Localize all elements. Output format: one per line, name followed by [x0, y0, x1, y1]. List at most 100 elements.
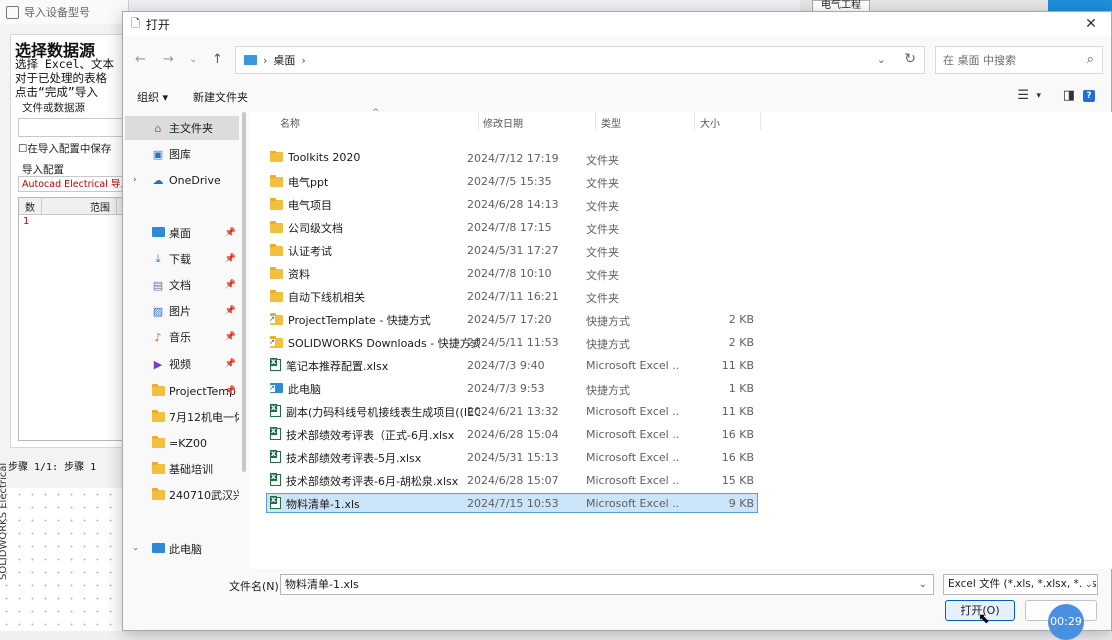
search-input[interactable]: 在 桌面 中搜索 ⌕: [935, 46, 1103, 74]
excel-icon: [270, 473, 281, 489]
import-grid: 数 范围 1: [18, 197, 130, 441]
file-date: 2024/7/3 9:40: [467, 359, 545, 372]
dialog-title: 打开: [145, 17, 170, 32]
file-row[interactable]: 技术部绩效考评表（正式-6月.xlsx 2024/6/28 15:04 Micr…: [266, 424, 758, 444]
excel-icon: [270, 404, 281, 420]
file-row[interactable]: 电气ppt 2024/7/5 15:35 文件夹: [266, 171, 758, 191]
nav-item-home[interactable]: ⌂ 主文件夹: [125, 116, 239, 140]
save-config-checkbox[interactable]: ☐在导入配置中保存: [18, 141, 111, 156]
file-row[interactable]: 此电脑 2024/7/3 9:53 快捷方式 1 KB: [266, 378, 758, 398]
filetype-dropdown-icon[interactable]: ⌄: [1082, 575, 1093, 594]
nav-item-onedrive[interactable]: › ☁ OneDrive: [125, 168, 239, 192]
command-bar: 组织 ▾ 新建文件夹 ☰ ▾ ◨ ?: [123, 88, 1111, 108]
nav-item-music[interactable]: ♪ 音乐 📌: [125, 325, 239, 349]
navigation-scrollbar[interactable]: [242, 112, 246, 472]
column-header-type[interactable]: 类型: [601, 115, 621, 130]
folder-icon: [270, 289, 283, 304]
file-size: 2 KB: [728, 336, 754, 349]
nav-item-videos[interactable]: ▶ 视频 📌: [125, 352, 239, 376]
new-folder-button[interactable]: 新建文件夹: [193, 89, 248, 105]
document-icon: ▤: [152, 278, 164, 292]
close-button[interactable]: ✕: [1071, 12, 1111, 36]
filename-value: 物料清单-1.xls: [285, 578, 359, 591]
nav-item-desktop[interactable]: 桌面 📌: [125, 221, 239, 245]
file-row[interactable]: 认证考试 2024/5/31 17:27 文件夹: [266, 240, 758, 260]
preview-pane-icon[interactable]: ◨: [1063, 88, 1075, 103]
file-size: 9 KB: [728, 497, 754, 510]
column-divider[interactable]: [478, 112, 479, 130]
file-row[interactable]: 技术部绩效考评表-6月-胡松泉.xlsx 2024/6/28 15:07 Mic…: [266, 470, 758, 490]
column-header-size[interactable]: 大小: [700, 115, 720, 130]
file-row[interactable]: ProjectTemplate - 快捷方式 2024/5/7 17:20 快捷…: [266, 309, 758, 329]
nav-item-gallery[interactable]: ▣ 图库: [125, 142, 239, 166]
filename-input[interactable]: 物料清单-1.xls ⌄: [280, 574, 934, 595]
file-row-selected[interactable]: 物料清单-1.xls 2024/7/15 10:53 Microsoft Exc…: [266, 493, 758, 513]
column-divider[interactable]: [760, 112, 761, 130]
address-bar[interactable]: › 桌面 › ⌄ ↻: [235, 46, 925, 74]
organize-button[interactable]: 组织 ▾: [137, 89, 168, 105]
column-header-date[interactable]: 修改日期: [483, 115, 523, 130]
file-type: 快捷方式: [586, 384, 630, 397]
file-row[interactable]: 副本(力码科线号机接线表生成项目((IEC... 2024/6/21 13:32…: [266, 401, 758, 421]
file-row[interactable]: 技术部绩效考评表-5月.xlsx 2024/5/31 15:13 Microso…: [266, 447, 758, 467]
folder-icon: [151, 409, 165, 424]
nav-item-projecttemp[interactable]: ProjectTemp 📌: [125, 379, 239, 403]
filename-dropdown-icon[interactable]: ⌄: [919, 575, 927, 594]
nav-item-downloads[interactable]: ⤓ 下载 📌: [125, 247, 239, 271]
file-list: ^ 名称 修改日期 类型 大小 Toolkits 2020 2024/7/12 …: [250, 108, 1112, 569]
column-headers: ^ 名称 修改日期 类型 大小: [250, 108, 1112, 130]
file-row[interactable]: 公司级文档 2024/7/8 17:15 文件夹: [266, 217, 758, 237]
nav-item-pictures[interactable]: ▨ 图片 📌: [125, 299, 239, 323]
column-header-name[interactable]: 名称: [280, 115, 300, 130]
up-arrow-icon[interactable]: ↑: [212, 52, 223, 67]
file-source-field[interactable]: [18, 118, 130, 137]
folder-icon: [270, 266, 283, 281]
file-type: 文件夹: [586, 177, 619, 190]
refresh-icon[interactable]: ↻: [904, 51, 916, 67]
column-divider[interactable]: [595, 112, 596, 130]
file-name: 技术部绩效考评表-6月-胡松泉.xlsx: [286, 475, 459, 488]
desc-line: 选择 Excel、文本: [15, 57, 115, 71]
nav-item-documents[interactable]: ▤ 文档 📌: [125, 273, 239, 297]
nav-item-folder[interactable]: 基础培训: [125, 457, 239, 481]
filetype-select[interactable]: Excel 文件 (*.xls, *.xlsx, *.xlsm ⌄: [943, 574, 1098, 595]
file-date: 2024/7/5 15:35: [467, 175, 552, 188]
navigation-pane: ⌂ 主文件夹 ▣ 图库 › ☁ OneDrive 桌面 📌 ⤓ 下载 📌 ▤ 文…: [123, 112, 241, 569]
file-size: 16 KB: [721, 428, 754, 441]
file-row[interactable]: 笔记本推荐配置.xlsx 2024/7/3 9:40 Microsoft Exc…: [266, 355, 758, 375]
nav-item-folder[interactable]: =KZ00: [125, 431, 239, 455]
file-row[interactable]: SOLIDWORKS Downloads - 快捷方式 2024/5/11 11…: [266, 332, 758, 352]
recent-locations-chevron-icon[interactable]: ⌄: [189, 54, 197, 65]
breadcrumb-location[interactable]: 桌面: [273, 52, 295, 68]
view-dropdown-icon[interactable]: ▾: [1036, 91, 1041, 101]
nav-item-folder[interactable]: 240710武汉兴勘: [125, 483, 239, 507]
nav-item-folder[interactable]: 7月12机电一体化: [125, 405, 239, 429]
file-name: ProjectTemplate - 快捷方式: [288, 314, 431, 327]
nav-item-this-pc[interactable]: › 此电脑: [125, 537, 239, 561]
file-row[interactable]: 资料 2024/7/8 10:10 文件夹: [266, 263, 758, 283]
help-icon[interactable]: ?: [1083, 90, 1095, 102]
excel-icon: [270, 358, 281, 374]
collapse-chevron-icon[interactable]: ›: [130, 547, 140, 551]
file-type: 文件夹: [586, 269, 619, 282]
file-row[interactable]: 自动下线机相关 2024/7/11 16:21 文件夹: [266, 286, 758, 306]
back-arrow-icon[interactable]: ←: [135, 52, 146, 67]
folder-shortcut-icon: [270, 335, 283, 350]
file-source-label: 文件或数据源: [22, 102, 85, 114]
file-name: 技术部绩效考评表（正式-6月.xlsx: [286, 429, 455, 442]
pc-icon: [151, 542, 165, 556]
column-divider[interactable]: [694, 112, 695, 130]
expand-chevron-icon[interactable]: ›: [133, 175, 137, 185]
forward-arrow-icon[interactable]: →: [163, 52, 174, 67]
view-options-icon[interactable]: ☰: [1017, 88, 1029, 103]
file-row[interactable]: Toolkits 2020 2024/7/12 17:19 文件夹: [266, 148, 758, 168]
mouse-cursor-icon: ⬉: [978, 611, 990, 627]
file-row[interactable]: 电气项目 2024/6/28 14:13 文件夹: [266, 194, 758, 214]
config-label: 导入配置: [22, 164, 64, 176]
grid-col-header: 范围: [42, 198, 117, 214]
file-type: Microsoft Excel ...: [586, 451, 678, 464]
nav-item-label: 240710武汉兴勘: [169, 489, 239, 502]
file-size: 11 KB: [721, 405, 754, 418]
address-dropdown-icon[interactable]: ⌄: [877, 53, 886, 66]
config-dropdown[interactable]: Autocad Electrical 导入: [18, 176, 128, 192]
